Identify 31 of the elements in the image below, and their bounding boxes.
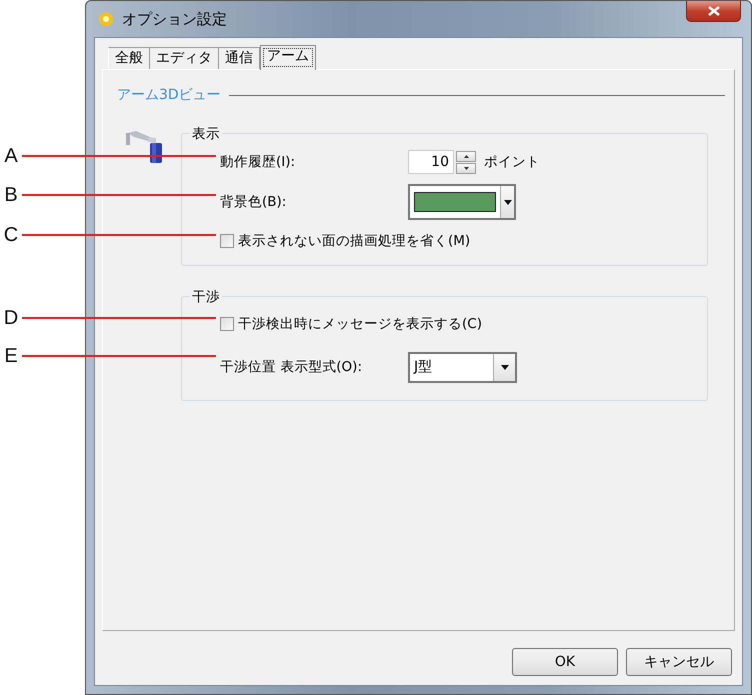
- unit-label: ポイント: [484, 152, 540, 172]
- callout-letter: C: [2, 223, 20, 248]
- callout-letter: A: [3, 144, 19, 169]
- field-label: 動作履歴(I):: [220, 152, 296, 172]
- tab[interactable]: アーム: [260, 45, 316, 70]
- field-label: 背景色(B):: [220, 192, 288, 212]
- section-title: アーム3Dビュー: [117, 86, 221, 105]
- up-arrow-icon: [464, 154, 468, 158]
- tab[interactable]: 全般: [108, 47, 150, 69]
- tab[interactable]: 通信: [219, 47, 260, 69]
- callout-letter: B: [3, 183, 19, 208]
- callout-letter: E: [3, 344, 19, 369]
- dialog-button[interactable]: OK: [512, 648, 618, 676]
- color-dropdown[interactable]: [408, 184, 516, 220]
- caret-icon: [504, 200, 512, 204]
- checkbox[interactable]: 干渉検出時にメッセージを表示する(C): [182, 314, 707, 334]
- callout-letter: D: [2, 306, 20, 331]
- down-arrow-icon: [464, 166, 468, 170]
- spin-up-button[interactable]: [456, 150, 476, 162]
- caret-icon: [500, 364, 508, 370]
- spin-down-button[interactable]: [456, 162, 476, 174]
- window-title: オプション設定: [122, 8, 227, 30]
- close-icon: [708, 6, 720, 16]
- app-icon: [98, 11, 114, 27]
- tab[interactable]: エディタ: [150, 47, 219, 69]
- checkbox[interactable]: 表示されない面の描画処理を省く(M): [182, 231, 707, 251]
- format-dropdown[interactable]: J型: [408, 352, 517, 382]
- dialog-button[interactable]: キャンセル: [626, 648, 732, 676]
- close-button[interactable]: [686, 1, 741, 22]
- number-field[interactable]: 10: [408, 150, 454, 174]
- field-label: 干渉位置 表示型式(O):: [220, 358, 363, 377]
